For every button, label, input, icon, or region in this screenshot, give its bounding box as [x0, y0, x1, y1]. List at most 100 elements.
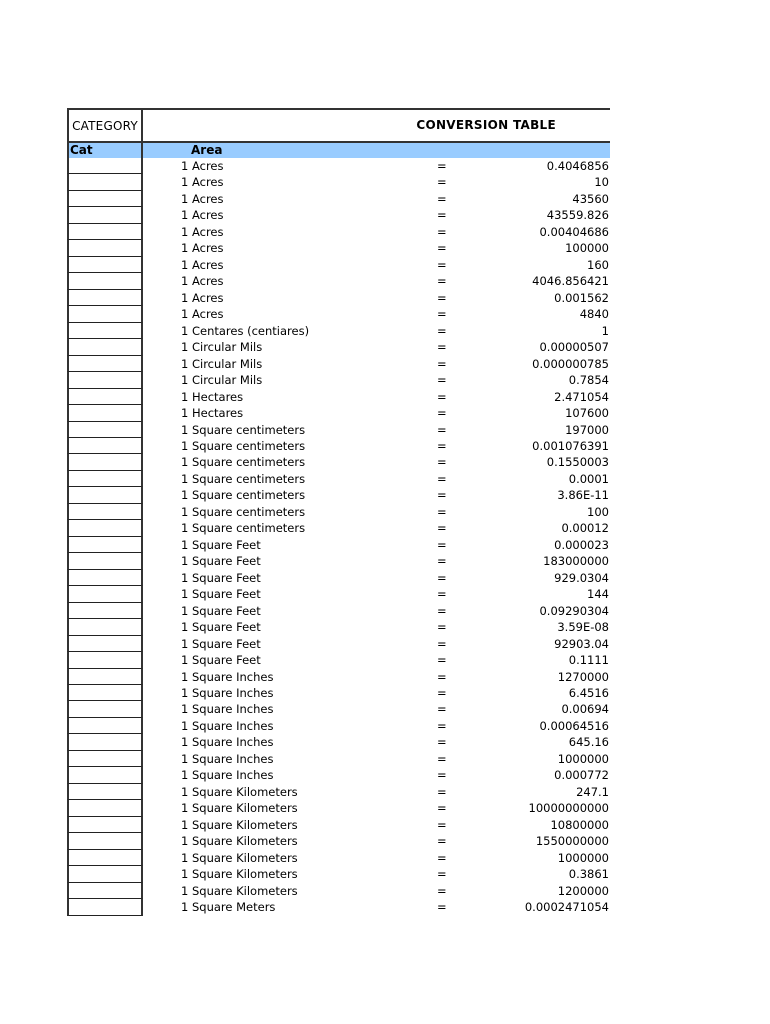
category-cell[interactable] — [67, 833, 143, 850]
conversion-value: 1000000 — [557, 850, 609, 865]
unit-label: 1 Square Feet — [181, 603, 261, 618]
category-cell[interactable] — [67, 355, 143, 373]
category-cell[interactable] — [67, 586, 143, 603]
category-cell[interactable] — [67, 849, 143, 867]
equals-sign: = — [437, 620, 447, 635]
unit-label: 1 Square Feet — [181, 620, 261, 635]
category-cell[interactable] — [67, 405, 143, 422]
category-cell[interactable] — [67, 207, 143, 224]
unit-label: 1 Square Inches — [181, 735, 274, 750]
unit-label: 1 Square Inches — [181, 669, 274, 684]
table-row: 1 Circular Mils = 0.000000785 — [67, 355, 610, 373]
conversion-value: 0.7854 — [568, 373, 609, 388]
conversion-value: 197000 — [565, 422, 609, 437]
table-row: 1 Square Kilometers = 10800000 — [67, 816, 610, 834]
table-row: 1 Acres = 10 — [67, 174, 610, 191]
unit-label: 1 Centares (centiares) — [181, 323, 310, 338]
category-cell[interactable] — [67, 388, 143, 406]
conversion-value: 0.000000785 — [532, 356, 609, 371]
equals-sign: = — [437, 751, 447, 766]
table-row: 1 Square Inches = 1000000 — [67, 750, 610, 768]
equals-sign: = — [437, 274, 447, 289]
category-cell[interactable] — [67, 685, 143, 702]
equals-sign: = — [437, 570, 447, 585]
conversion-value: 1550000000 — [535, 834, 609, 849]
category-cell[interactable] — [67, 520, 143, 537]
equals-sign: = — [437, 389, 447, 404]
category-cell[interactable] — [67, 536, 143, 554]
equals-sign: = — [437, 422, 447, 437]
table-row: 1 Square Feet = 0.000023 — [67, 536, 610, 554]
category-cell[interactable] — [67, 783, 143, 801]
category-cell[interactable] — [67, 454, 143, 471]
category-cell[interactable] — [67, 487, 143, 504]
conversion-value: 10 — [594, 175, 609, 190]
category-cell[interactable] — [67, 273, 143, 290]
conversion-value: 100 — [587, 504, 609, 519]
table-row: 1 Square Inches = 0.00064516 — [67, 717, 610, 735]
table-row: 1 Square centimeters = 3.86E-11 — [67, 487, 610, 504]
table-row: 1 Square Inches = 645.16 — [67, 734, 610, 751]
unit-label: 1 Acres — [181, 208, 224, 223]
unit-label: 1 Square Feet — [181, 537, 261, 552]
conversion-value: 107600 — [565, 406, 609, 421]
unit-label: 1 Circular Mils — [181, 356, 263, 371]
table-row: 1 Square centimeters = 197000 — [67, 421, 610, 438]
table-row: 1 Square centimeters = 0.1550003 — [67, 454, 610, 471]
category-cell[interactable] — [67, 767, 143, 784]
category-cell[interactable] — [67, 372, 143, 389]
category-cell[interactable] — [67, 289, 143, 307]
unit-label: 1 Square centimeters — [181, 471, 306, 486]
category-cell[interactable] — [67, 339, 143, 356]
cat-label: Cat — [67, 143, 143, 158]
unit-label: 1 Acres — [181, 224, 224, 239]
conversion-value: 0.00012 — [561, 521, 609, 536]
category-cell[interactable] — [67, 223, 143, 241]
category-cell[interactable] — [67, 750, 143, 768]
conversion-value: 1 — [601, 323, 609, 338]
equals-sign: = — [437, 784, 447, 799]
category-cell[interactable] — [67, 866, 143, 883]
category-cell[interactable] — [67, 322, 143, 340]
category-cell[interactable] — [67, 470, 143, 488]
unit-label: 1 Acres — [181, 175, 224, 190]
category-cell[interactable] — [67, 437, 143, 455]
category-cell[interactable] — [67, 734, 143, 751]
category-cell[interactable] — [67, 240, 143, 257]
unit-label: 1 Square Kilometers — [181, 883, 298, 898]
equals-sign: = — [437, 224, 447, 239]
category-cell[interactable] — [67, 158, 143, 175]
table-row: 1 Square Kilometers = 10000000000 — [67, 800, 610, 817]
category-cell[interactable] — [67, 652, 143, 669]
table-row: 1 Circular Mils = 0.00000507 — [67, 339, 610, 356]
category-cell[interactable] — [67, 717, 143, 735]
category-cell[interactable] — [67, 899, 143, 916]
category-cell[interactable] — [67, 553, 143, 570]
category-cell[interactable] — [67, 882, 143, 900]
table-row: 1 Centares (centiares) = 1 — [67, 322, 610, 340]
category-cell[interactable] — [67, 619, 143, 636]
category-cell[interactable] — [67, 190, 143, 208]
category-cell[interactable] — [67, 174, 143, 191]
unit-label: 1 Square Inches — [181, 768, 274, 783]
conversion-value: 6.4516 — [568, 686, 609, 700]
table-row: 1 Acres = 100000 — [67, 240, 610, 257]
equals-sign: = — [437, 554, 447, 569]
unit-label: 1 Square Inches — [181, 702, 274, 717]
unit-label: 1 Acres — [181, 274, 224, 289]
category-cell[interactable] — [67, 256, 143, 274]
category-cell[interactable] — [67, 701, 143, 718]
category-cell[interactable] — [67, 816, 143, 834]
category-cell[interactable] — [67, 602, 143, 620]
unit-label: 1 Square Inches — [181, 686, 274, 700]
table-row: 1 Square Feet = 3.59E-08 — [67, 619, 610, 636]
category-cell[interactable] — [67, 421, 143, 438]
category-cell[interactable] — [67, 800, 143, 817]
category-cell[interactable] — [67, 635, 143, 653]
category-cell[interactable] — [67, 668, 143, 685]
equals-sign: = — [437, 455, 447, 470]
category-cell[interactable] — [67, 306, 143, 323]
category-cell[interactable] — [67, 569, 143, 587]
conversion-value: 1200000 — [557, 883, 609, 898]
category-cell[interactable] — [67, 503, 143, 521]
